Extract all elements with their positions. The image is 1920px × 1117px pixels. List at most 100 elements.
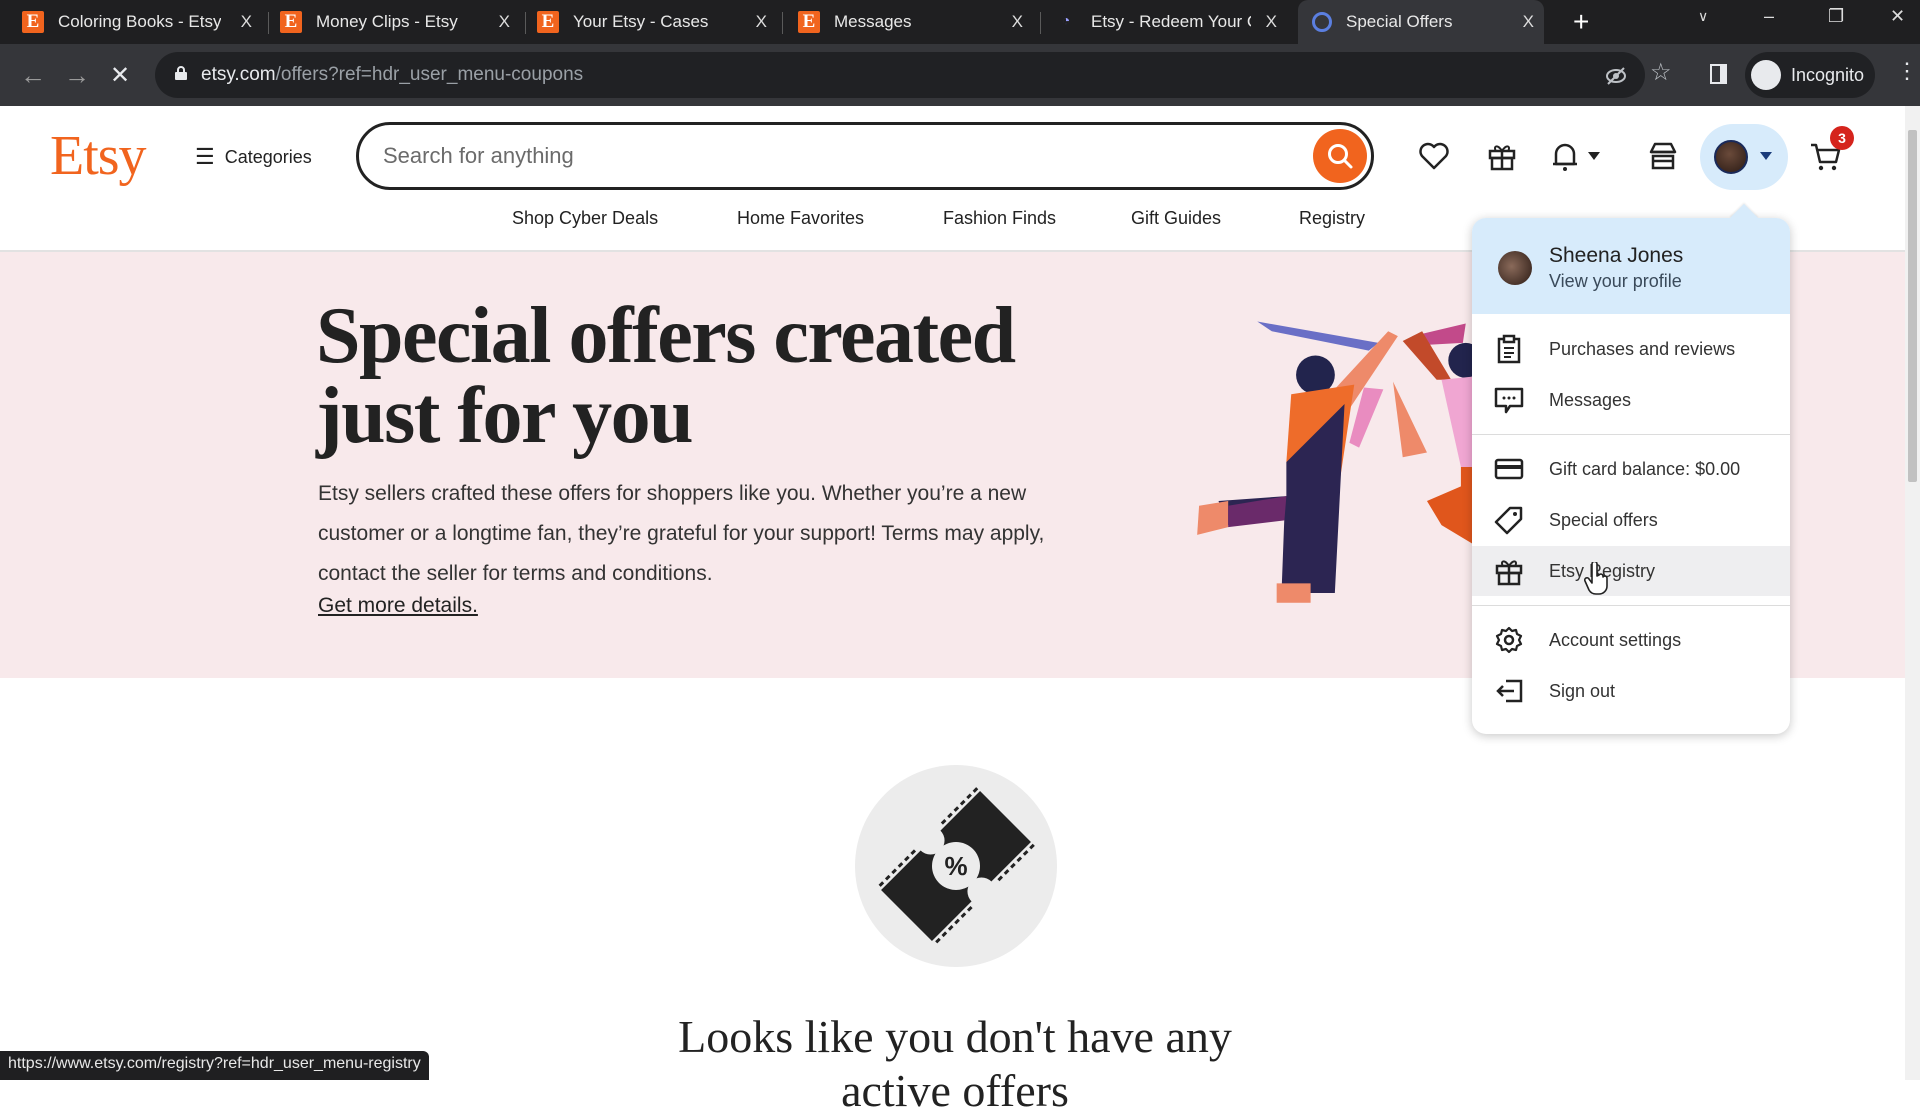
etsy-favicon-icon: E <box>280 11 302 33</box>
tab-messages[interactable]: E Messages X <box>798 0 1033 44</box>
profile-header[interactable]: Sheena Jones View your profile <box>1472 218 1790 314</box>
loading-favicon-icon: ◔ <box>1061 14 1071 29</box>
forward-button[interactable]: → <box>64 60 90 91</box>
lock-icon <box>175 66 187 80</box>
hand-pointer-cursor-icon <box>1584 562 1608 595</box>
tab-your-etsy-cases[interactable]: E Your Etsy - Cases X <box>537 0 777 44</box>
nav-gift-guides[interactable]: Gift Guides <box>1131 208 1221 229</box>
tab-money-clips[interactable]: E Money Clips - Etsy X <box>280 0 520 44</box>
nav-registry[interactable]: Registry <box>1299 208 1365 229</box>
incognito-icon <box>1751 60 1781 90</box>
tag-icon <box>1494 505 1524 535</box>
search-input[interactable] <box>383 139 1283 173</box>
tab-title: Your Etsy - Cases <box>573 12 709 31</box>
scrollbar-thumb[interactable] <box>1908 130 1917 482</box>
favorites-button[interactable] <box>1414 136 1454 176</box>
heart-icon <box>1419 142 1449 170</box>
gift-mode-button[interactable] <box>1482 136 1522 176</box>
tab-divider <box>1040 12 1041 34</box>
tab-title: Coloring Books - Etsy <box>58 12 222 31</box>
coupon-ticket-icon: % <box>877 787 1035 945</box>
sign-out-icon <box>1494 676 1524 706</box>
gift-icon <box>1494 556 1524 586</box>
menu-item-label: Account settings <box>1549 629 1682 650</box>
menu-divider <box>1472 605 1790 606</box>
tab-coloring-books[interactable]: E Coloring Books - Etsy X <box>22 0 262 44</box>
menu-item-special-offers[interactable]: Special offers <box>1472 495 1790 545</box>
tab-close-icon[interactable]: X <box>1523 12 1534 32</box>
get-more-details-link[interactable]: Get more details. <box>318 594 478 618</box>
browser-toolbar: ← → ✕ etsy.com/offers?ref=hdr_user_menu-… <box>0 44 1920 106</box>
tab-divider <box>525 12 526 34</box>
tab-close-icon[interactable]: X <box>241 12 252 32</box>
avatar <box>1714 140 1748 174</box>
tab-search-chevron-icon[interactable]: ∨ <box>1698 8 1708 25</box>
coupon-illustration: % <box>855 765 1057 967</box>
etsy-logo[interactable]: Etsy <box>50 124 147 188</box>
user-account-menu: Sheena Jones View your profile Purchases… <box>1472 203 1790 734</box>
menu-item-label: Special offers <box>1549 509 1658 530</box>
eye-off-icon[interactable] <box>1605 65 1627 87</box>
side-panel-icon[interactable] <box>1710 64 1727 84</box>
svg-text:%: % <box>944 851 967 881</box>
credit-card-icon <box>1494 454 1524 484</box>
view-profile-link[interactable]: View your profile <box>1549 271 1682 292</box>
etsy-favicon-icon: E <box>537 11 559 33</box>
user-menu-button[interactable] <box>1700 124 1788 190</box>
link-status-bar: https://www.etsy.com/registry?ref=hdr_us… <box>0 1051 429 1080</box>
gift-icon <box>1488 145 1516 171</box>
url-text[interactable]: etsy.com/offers?ref=hdr_user_menu-coupon… <box>201 64 583 86</box>
menu-item-gift-card-balance[interactable]: Gift card balance: $0.00 <box>1472 444 1790 494</box>
menu-divider <box>1472 434 1790 435</box>
nav-fashion-finds[interactable]: Fashion Finds <box>943 208 1056 229</box>
incognito-indicator[interactable]: Incognito <box>1745 52 1875 98</box>
cart-count-badge: 3 <box>1830 126 1854 150</box>
menu-item-sign-out[interactable]: Sign out <box>1472 666 1790 716</box>
caret-down-icon <box>1588 152 1600 160</box>
store-icon <box>1649 142 1677 170</box>
tab-redeem-gift-card[interactable]: ◔ Etsy - Redeem Your G X <box>1055 0 1287 44</box>
browser-menu-icon[interactable]: ⋮ <box>1896 58 1918 84</box>
etsy-favicon-icon: E <box>22 11 44 33</box>
incognito-label: Incognito <box>1791 64 1865 85</box>
shop-manager-button[interactable] <box>1643 136 1683 176</box>
loading-spinner-icon <box>1312 12 1332 32</box>
nav-shop-cyber-deals[interactable]: Shop Cyber Deals <box>512 208 658 229</box>
etsy-favicon-icon: E <box>798 11 820 33</box>
nav-home-favorites[interactable]: Home Favorites <box>737 208 864 229</box>
bookmark-star-icon[interactable]: ☆ <box>1650 58 1672 87</box>
menu-item-label: Sign out <box>1549 680 1616 701</box>
clipboard-icon <box>1494 334 1524 364</box>
hero-description: Etsy sellers crafted these offers for sh… <box>318 482 1045 585</box>
menu-item-label: Purchases and reviews <box>1549 338 1736 359</box>
menu-item-messages[interactable]: Messages <box>1472 375 1790 425</box>
menu-item-etsy-registry[interactable]: Etsy Registry <box>1472 546 1790 596</box>
page-scrollbar[interactable] <box>1905 106 1920 1080</box>
stop-loading-button[interactable]: ✕ <box>110 61 130 90</box>
new-tab-button[interactable]: + <box>1573 6 1589 38</box>
tab-close-icon[interactable]: X <box>1266 12 1277 32</box>
restore-button[interactable]: ❐ <box>1828 6 1844 27</box>
minimize-button[interactable]: – <box>1764 6 1774 27</box>
back-button[interactable]: ← <box>20 60 46 91</box>
tab-special-offers[interactable]: Special Offers X <box>1298 0 1544 44</box>
search-button[interactable] <box>1313 129 1367 183</box>
hamburger-icon: ☰ <box>195 144 215 169</box>
tab-title: Etsy - Redeem Your G <box>1091 12 1251 31</box>
tab-close-icon[interactable]: X <box>756 12 767 32</box>
categories-button[interactable]: ☰ Categories <box>195 144 312 170</box>
message-icon <box>1494 385 1524 415</box>
bell-icon <box>1553 143 1577 171</box>
tab-title: Money Clips - Etsy <box>316 12 458 31</box>
menu-item-purchases-and-reviews[interactable]: Purchases and reviews <box>1472 324 1790 374</box>
notifications-button[interactable] <box>1550 136 1610 176</box>
menu-item-account-settings[interactable]: Account settings <box>1472 615 1790 665</box>
browser-tab-bar: E Coloring Books - Etsy X E Money Clips … <box>0 0 1920 44</box>
caret-down-icon <box>1760 152 1772 160</box>
tab-divider <box>782 12 783 34</box>
close-window-button[interactable]: ✕ <box>1890 6 1905 27</box>
tab-close-icon[interactable]: X <box>1012 12 1023 32</box>
tab-close-icon[interactable]: X <box>499 12 510 32</box>
address-bar[interactable]: etsy.com/offers?ref=hdr_user_menu-coupon… <box>155 52 1645 98</box>
categories-label: Categories <box>224 146 312 167</box>
